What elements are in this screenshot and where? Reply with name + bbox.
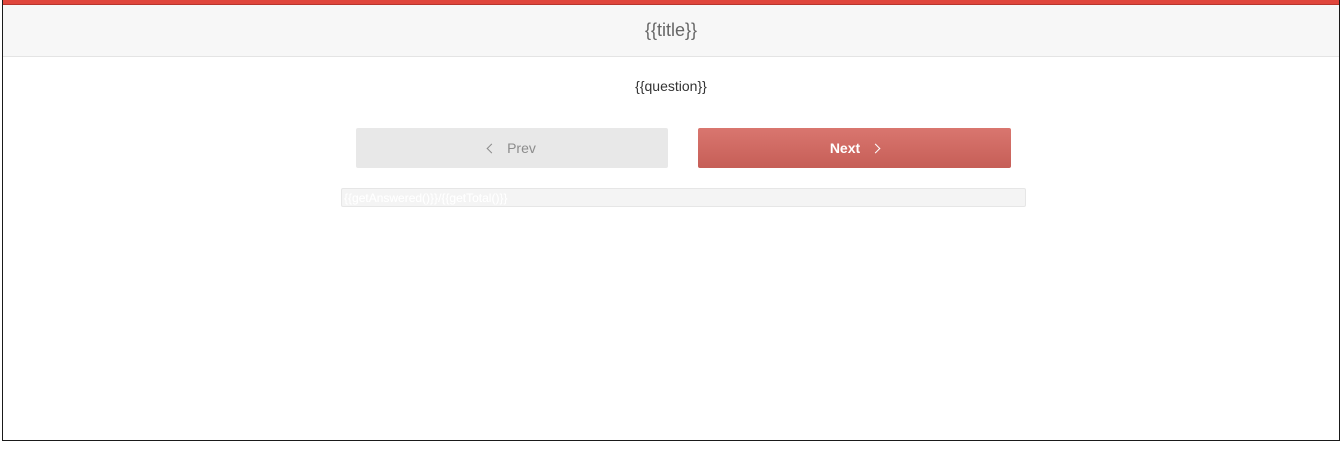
next-button-label: Next: [829, 140, 861, 156]
chevron-left-icon: [486, 143, 497, 154]
prev-button-label: Prev: [507, 140, 536, 156]
progress-label: {{getAnswered()}}/{{getTotal()}}: [344, 191, 508, 205]
quiz-panel: {{title}} {{question}} Prev Next {{getAn…: [2, 0, 1340, 441]
prev-button[interactable]: Prev: [356, 128, 668, 168]
progress-bar: {{getAnswered()}}/{{getTotal()}}: [341, 188, 1026, 207]
page-title: {{title}}: [644, 20, 698, 40]
chevron-right-icon: [870, 143, 881, 154]
next-button[interactable]: Next: [698, 128, 1011, 168]
panel-header: {{title}}: [3, 5, 1339, 57]
question-text: {{question}}: [635, 78, 707, 94]
